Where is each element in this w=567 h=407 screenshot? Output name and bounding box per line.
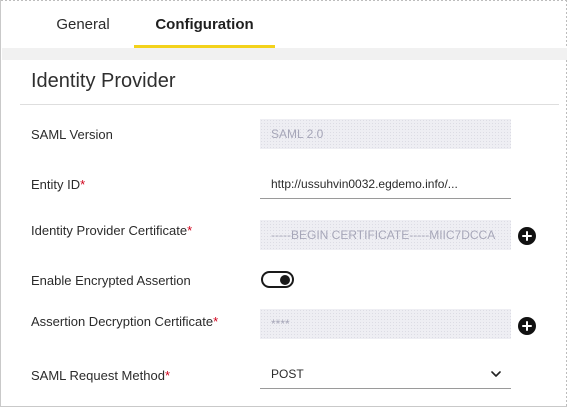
- section-title: Identity Provider: [31, 70, 176, 92]
- required-asterisk: *: [164, 368, 170, 383]
- tab-configuration-label: Configuration: [155, 15, 254, 33]
- add-idp-certificate-button[interactable]: [518, 227, 536, 245]
- toggle-knob: [280, 274, 290, 285]
- plus-circle-icon: [522, 321, 532, 331]
- saml-version-value: SAML 2.0: [271, 127, 324, 141]
- entity-id-input[interactable]: http://ussuhvin0032.egdemo.info/...: [260, 169, 511, 199]
- idp-certificate-field: -----BEGIN CERTIFICATE-----MIIC7DCCA: [260, 220, 511, 250]
- tab-general-label: General: [56, 15, 110, 33]
- request-method-value: POST: [271, 366, 304, 381]
- saml-version-field: SAML 2.0: [260, 119, 511, 149]
- decryption-certificate-label: Assertion Decryption Certificate*: [31, 314, 219, 329]
- encrypted-assertion-label: Enable Encrypted Assertion: [31, 273, 191, 288]
- decryption-certificate-field: ****: [260, 309, 511, 339]
- tab-bar: General Configuration: [1, 0, 567, 48]
- encrypted-assertion-toggle[interactable]: [261, 271, 294, 288]
- add-decryption-certificate-button[interactable]: [518, 317, 536, 335]
- tab-configuration[interactable]: Configuration: [134, 0, 275, 48]
- required-asterisk: *: [187, 223, 193, 238]
- idp-certificate-value: -----BEGIN CERTIFICATE-----MIIC7DCCA: [271, 228, 496, 242]
- decryption-certificate-value: ****: [271, 317, 290, 331]
- request-method-select[interactable]: POST: [260, 359, 511, 389]
- saml-version-label: SAML Version: [31, 127, 113, 142]
- panel: General Configuration Identity Provider …: [0, 0, 567, 407]
- required-asterisk: *: [213, 314, 219, 329]
- tab-separator-band: [2, 48, 567, 60]
- plus-circle-icon: [522, 231, 532, 241]
- request-method-label: SAML Request Method*: [31, 368, 170, 383]
- entity-id-label: Entity ID*: [31, 177, 86, 192]
- chevron-down-icon: [491, 370, 501, 377]
- idp-certificate-label: Identity Provider Certificate*: [31, 223, 193, 238]
- required-asterisk: *: [80, 177, 86, 192]
- section-divider: [20, 104, 559, 105]
- entity-id-value: http://ussuhvin0032.egdemo.info/...: [271, 176, 458, 191]
- tab-general[interactable]: General: [31, 0, 135, 48]
